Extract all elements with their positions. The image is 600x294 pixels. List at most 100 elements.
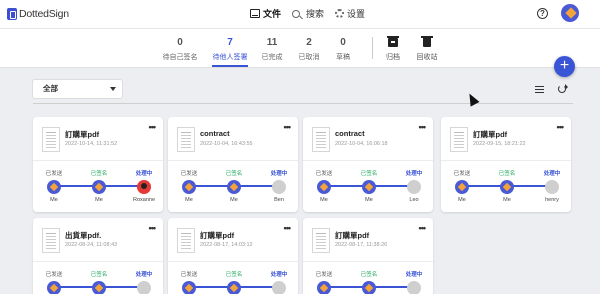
tab-count: 0 [177, 37, 183, 48]
nav-settings-label: 设置 [347, 9, 366, 19]
main-nav: 文件 搜索 设置 [250, 7, 365, 20]
gear-icon [335, 9, 345, 18]
signer-step: 已签名 Me [490, 169, 524, 203]
logo[interactable]: DottedSign [7, 7, 69, 21]
nav-documents-label: 文件 [263, 9, 282, 19]
signer-step: 处理中 [397, 270, 431, 294]
step-status: 处理中 [405, 272, 423, 278]
signer-name: henry [545, 197, 559, 203]
step-status: 处理中 [270, 272, 288, 278]
signer-step: 已签名 Me [352, 270, 386, 294]
signer-name: Me [458, 197, 466, 203]
signer-step: 已发送 Me [37, 270, 71, 294]
document-card[interactable]: 訂購單pdf 2022-08-17, 14:03:12 ••• 已发送 Me 已… [168, 218, 298, 294]
signer-avatar [317, 180, 331, 194]
step-status: 处理中 [543, 171, 561, 177]
nav-settings[interactable]: 设置 [335, 7, 365, 20]
logo-icon [7, 8, 17, 20]
signer-avatar [137, 180, 151, 194]
step-status: 已签名 [225, 272, 243, 278]
card-divider [33, 160, 163, 161]
signer-name: Me [50, 197, 58, 203]
step-status: 已发送 [315, 171, 333, 177]
signer-avatar [182, 180, 196, 194]
document-date: 2022-10-04, 16:06:18 [335, 141, 388, 147]
more-options-icon[interactable]: ••• [419, 122, 427, 132]
document-title: 訂購單pdf [473, 130, 508, 139]
document-date: 2022-10-04, 16:43:55 [200, 141, 253, 147]
signer-avatar [545, 180, 559, 194]
step-status: 已签名 [225, 171, 243, 177]
add-document-button[interactable]: + [554, 56, 575, 77]
recycle-bin-label: 回收站 [416, 54, 438, 61]
signer-step: 已发送 Me [307, 169, 341, 203]
document-date: 2022-09-15, 18:21:22 [473, 141, 526, 147]
chevron-down-icon [110, 87, 116, 91]
user-avatar[interactable] [561, 4, 579, 22]
filter-value: 全部 [43, 84, 58, 93]
signer-step: 已签名 Me [352, 169, 386, 203]
signer-avatar [407, 180, 421, 194]
tab-completed[interactable]: 11 已完成 [252, 37, 292, 62]
document-thumbnail [177, 127, 195, 152]
document-card[interactable]: contract 2022-10-04, 16:43:55 ••• 已发送 Me… [168, 117, 298, 212]
document-card[interactable]: 訂購單pdf 2022-10-14, 11:31:52 ••• 已发送 Me 已… [33, 117, 163, 212]
tab-waiting-for-me[interactable]: 0 待自己签名 [160, 37, 200, 62]
signer-step: 处理中 [262, 270, 296, 294]
more-options-icon[interactable]: ••• [419, 223, 427, 233]
more-options-icon[interactable]: ••• [149, 122, 157, 132]
step-status: 已签名 [360, 272, 378, 278]
more-options-icon[interactable]: ••• [284, 223, 292, 233]
card-divider [303, 160, 433, 161]
signer-name: Leo [409, 197, 419, 203]
nav-search-label: 搜索 [306, 9, 325, 19]
help-icon[interactable]: ? [537, 8, 548, 19]
nav-documents[interactable]: 文件 [250, 7, 281, 20]
signer-avatar [182, 281, 196, 294]
more-options-icon[interactable]: ••• [557, 122, 565, 132]
signer-step: 已签名 Me [217, 169, 251, 203]
document-card[interactable]: contract 2022-10-04, 16:06:18 ••• 已发送 Me… [303, 117, 433, 212]
signer-step: 处理中 Roxanne [127, 169, 161, 203]
step-status: 已发送 [45, 171, 63, 177]
document-thumbnail [312, 127, 330, 152]
recycle-bin-button[interactable]: 回收站 [407, 36, 447, 62]
signer-avatar [272, 281, 286, 294]
signer-step: 已发送 Me [172, 270, 206, 294]
signer-avatar [500, 180, 514, 194]
signer-step: 处理中 Ben [262, 169, 296, 203]
list-view-icon[interactable] [535, 86, 544, 93]
tab-drafts[interactable]: 0 草稿 [323, 37, 363, 62]
step-status: 已签名 [360, 171, 378, 177]
document-title: contract [200, 129, 230, 138]
signer-step: 已签名 Me [217, 270, 251, 294]
document-title: 訂購單pdf [65, 130, 100, 139]
document-date: 2022-08-17, 11:38:26 [335, 242, 388, 248]
signer-step: 处理中 [127, 270, 161, 294]
search-icon [292, 9, 301, 18]
signer-avatar [92, 180, 106, 194]
step-status: 已发送 [453, 171, 471, 177]
step-status: 已签名 [90, 272, 108, 278]
nav-search[interactable]: 搜索 [292, 7, 324, 20]
signer-name: Me [365, 197, 373, 203]
refresh-icon[interactable] [558, 84, 568, 93]
document-card[interactable]: 出貨單pdf. 2022-08-24, 11:08:43 ••• 已发送 Me … [33, 218, 163, 294]
document-title: 出貨單pdf. [65, 231, 102, 240]
more-options-icon[interactable]: ••• [149, 223, 157, 233]
card-divider [303, 261, 433, 262]
tab-label: 待自己签名 [162, 54, 198, 61]
document-title: 訂購單pdf [200, 231, 235, 240]
archive-icon [387, 36, 399, 47]
document-card[interactable]: 訂購單pdf 2022-09-15, 18:21:22 ••• 已发送 Me 已… [441, 117, 571, 212]
signer-step: 处理中 henry [535, 169, 569, 203]
step-status: 处理中 [135, 272, 153, 278]
document-card[interactable]: 訂購單pdf 2022-08-17, 11:38:26 ••• 已发送 Me 已… [303, 218, 433, 294]
card-divider [168, 160, 298, 161]
signer-step: 已发送 Me [37, 169, 71, 203]
signer-avatar [227, 180, 241, 194]
filter-select[interactable]: 全部 [33, 80, 122, 98]
signer-step: 处理中 Leo [397, 169, 431, 203]
more-options-icon[interactable]: ••• [284, 122, 292, 132]
tab-waiting-for-others[interactable]: 7 待他人签署 [210, 37, 250, 67]
